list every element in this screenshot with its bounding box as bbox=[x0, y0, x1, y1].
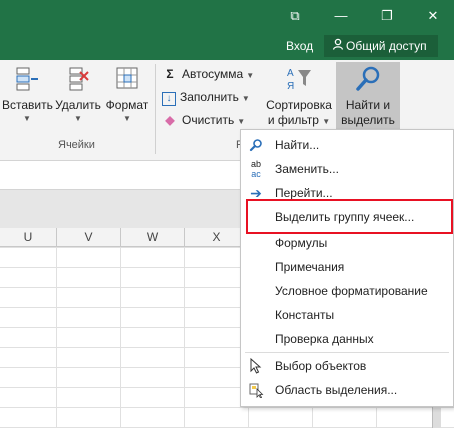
chevron-down-icon: ▼ bbox=[246, 71, 255, 80]
delete-button[interactable]: Удалить ▼ bbox=[54, 64, 102, 125]
sort-label-line2: и фильтр ▼ bbox=[267, 113, 331, 127]
menu-item-label: Константы bbox=[275, 308, 335, 322]
group-divider bbox=[155, 64, 156, 154]
chevron-down-icon: ▼ bbox=[123, 114, 131, 123]
menu-divider bbox=[245, 352, 449, 353]
insert-cells-icon bbox=[2, 64, 52, 98]
menu-item-find[interactable]: Найти... bbox=[241, 133, 453, 157]
menu-item-constants[interactable]: Константы bbox=[241, 303, 453, 327]
maximize-button[interactable]: ❐ bbox=[372, 4, 402, 28]
delete-label: Удалить bbox=[55, 98, 101, 112]
autosum-label: Автосумма bbox=[182, 67, 244, 81]
menu-item-select-objects[interactable]: Выбор объектов bbox=[241, 354, 453, 378]
menu-item-label: Примечания bbox=[275, 260, 345, 274]
fill-button[interactable]: ↓ Заполнить ▼ bbox=[162, 86, 250, 108]
menu-item-label: Условное форматирование bbox=[275, 284, 428, 298]
column-header-w[interactable]: W bbox=[121, 228, 185, 246]
fill-label: Заполнить bbox=[180, 90, 239, 104]
find-label-line1: Найти и bbox=[345, 98, 391, 112]
selection-pane-icon bbox=[247, 378, 265, 406]
chevron-down-icon: ▼ bbox=[74, 114, 82, 123]
sort-label-line1: Сортировка bbox=[266, 98, 332, 112]
menu-item-conditional-formatting[interactable]: Условное форматирование bbox=[241, 279, 453, 303]
menu-item-selection-pane[interactable]: Область выделения... bbox=[241, 378, 453, 402]
menu-item-label: Выбор объектов bbox=[275, 359, 367, 373]
insert-label: Вставить bbox=[2, 98, 53, 112]
cells-group-label: Ячейки bbox=[58, 139, 95, 151]
share-button[interactable]: Общий доступ bbox=[324, 35, 438, 57]
ribbon-display-options-icon[interactable]: ⧉ bbox=[280, 4, 310, 28]
delete-cells-icon bbox=[54, 64, 102, 98]
chevron-down-icon: ▼ bbox=[237, 117, 246, 126]
menu-item-replace[interactable]: ab ac Заменить... bbox=[241, 157, 453, 181]
menu-item-label: Проверка данных bbox=[275, 332, 374, 346]
sigma-icon: Σ bbox=[166, 67, 174, 81]
close-button[interactable]: ✕ bbox=[418, 4, 448, 28]
column-header-u[interactable]: U bbox=[0, 228, 57, 246]
replace-icon: ab ac bbox=[250, 159, 261, 179]
svg-text:Я: Я bbox=[287, 81, 294, 92]
highlight-box bbox=[246, 199, 453, 234]
format-button[interactable]: Формат ▼ bbox=[104, 64, 150, 125]
eraser-icon: ◆ bbox=[165, 113, 175, 127]
menu-item-label: Заменить... bbox=[275, 162, 339, 176]
magnifier-icon bbox=[247, 133, 265, 160]
find-select-menu: Найти... ab ac Заменить... ➔ Перейти... В… bbox=[240, 129, 454, 407]
menu-item-label: Область выделения... bbox=[275, 383, 398, 397]
chevron-down-icon: ▼ bbox=[241, 94, 250, 103]
fill-down-icon: ↓ bbox=[162, 92, 176, 106]
share-label: Общий доступ bbox=[346, 39, 427, 53]
find-select-button[interactable]: Найти и выделить ▼ bbox=[336, 62, 400, 141]
autosum-button[interactable]: Σ Автосумма ▼ bbox=[162, 63, 254, 85]
menu-item-formulas[interactable]: Формулы bbox=[241, 231, 453, 255]
person-icon bbox=[330, 35, 346, 57]
sort-filter-button[interactable]: АЯ Сортировка и фильтр ▼ bbox=[264, 64, 334, 129]
column-header-v[interactable]: V bbox=[57, 228, 121, 246]
insert-button[interactable]: Вставить ▼ bbox=[2, 64, 53, 125]
menu-item-data-validation[interactable]: Проверка данных bbox=[241, 327, 453, 351]
menu-item-label: Формулы bbox=[275, 236, 328, 250]
clear-button[interactable]: ◆ Очистить ▼ bbox=[162, 109, 245, 131]
format-label: Формат bbox=[105, 98, 149, 112]
menu-item-comments[interactable]: Примечания bbox=[241, 255, 453, 279]
magnifier-icon bbox=[336, 62, 400, 98]
chevron-down-icon: ▼ bbox=[23, 114, 31, 123]
sign-in-link[interactable]: Вход bbox=[286, 39, 313, 53]
menu-item-label: Найти... bbox=[275, 138, 320, 152]
format-cells-icon bbox=[104, 64, 150, 98]
clear-label: Очистить bbox=[182, 113, 235, 127]
sort-filter-icon: АЯ bbox=[264, 64, 334, 98]
minimize-button[interactable]: — bbox=[326, 4, 356, 28]
svg-text:А: А bbox=[287, 68, 294, 79]
